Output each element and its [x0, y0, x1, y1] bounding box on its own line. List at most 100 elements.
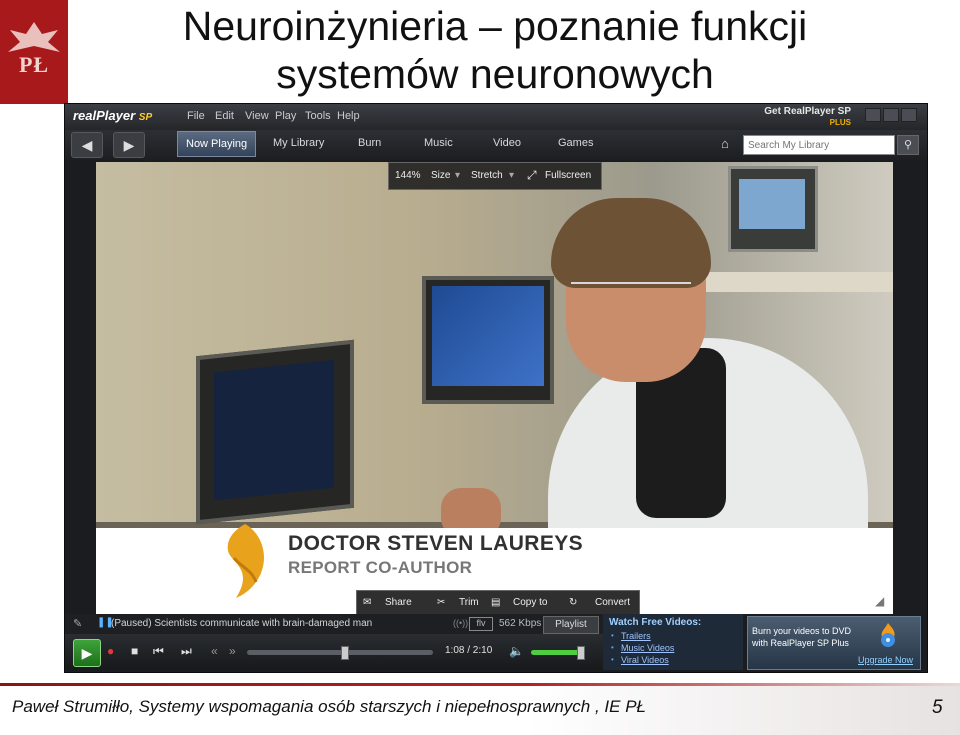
- tab-games[interactable]: Games: [558, 137, 593, 149]
- link-music-videos[interactable]: Music Videos: [621, 643, 674, 653]
- link-trailers[interactable]: Trailers: [621, 631, 651, 641]
- volume-level: [531, 650, 580, 655]
- minimize-button[interactable]: [865, 108, 881, 122]
- chevron-down-icon: ▾: [455, 170, 461, 181]
- next-icon[interactable]: ⏭: [181, 644, 192, 659]
- chevron-down-icon: ▾: [509, 170, 515, 181]
- watch-free-videos-title: Watch Free Videos:: [609, 617, 702, 628]
- burn-dvd-promo[interactable]: Burn your videos to DVD with RealPlayer …: [747, 616, 921, 670]
- edit-icon[interactable]: ✎: [73, 617, 82, 630]
- playback-controls: ▶ ● ■ ⏮ ⏭ « » 1:08 / 2:10 🔈: [65, 634, 603, 670]
- aljazeera-logo-icon: [227, 524, 265, 598]
- menu-file[interactable]: File: [187, 110, 205, 122]
- bitrate: 562 Kbps: [499, 618, 542, 629]
- fullscreen-button[interactable]: Fullscreen: [545, 170, 591, 181]
- volume-icon[interactable]: 🔈: [509, 644, 524, 658]
- stretch-dropdown[interactable]: Stretch: [471, 170, 503, 181]
- brand-suffix: SP: [138, 112, 153, 123]
- logo-text: PŁ: [18, 52, 50, 77]
- size-dropdown[interactable]: Size: [431, 170, 450, 181]
- fast-forward-icon[interactable]: »: [229, 644, 236, 658]
- status-bar: ✎ ❚❚ (Paused) Scientists communicate wit…: [65, 614, 603, 634]
- upgrade-now-link[interactable]: Upgrade Now: [858, 655, 913, 665]
- menu-bar: realPlayer SP File Edit View Play Tools …: [65, 104, 927, 130]
- realplayer-window: realPlayer SP File Edit View Play Tools …: [64, 103, 928, 673]
- close-button[interactable]: [901, 108, 917, 122]
- page-number: 5: [932, 697, 943, 718]
- menu-help[interactable]: Help: [337, 110, 360, 122]
- menu-play[interactable]: Play: [275, 110, 296, 122]
- maximize-button[interactable]: [883, 108, 899, 122]
- menu-tools[interactable]: Tools: [305, 110, 331, 122]
- convert-icon: ↻: [569, 597, 578, 608]
- seek-handle[interactable]: [340, 646, 349, 660]
- play-icon: ▶: [81, 645, 93, 661]
- video-monitor-left-screen: [214, 359, 334, 501]
- lower-third-name: DOCTOR STEVEN LAUREYS: [288, 532, 584, 555]
- format-badge: flv: [469, 617, 493, 631]
- video-monitor-left: [196, 339, 354, 525]
- share-button[interactable]: Share: [385, 597, 412, 608]
- video-size-toolbar: 144% Size ▾ Stretch ▾ ⤢ Fullscreen: [388, 162, 602, 190]
- tab-video[interactable]: Video: [493, 137, 521, 149]
- search-box: [743, 135, 895, 155]
- volume-slider[interactable]: [531, 646, 585, 660]
- video-person-glasses: [571, 282, 691, 304]
- eagle-emblem-icon: [8, 22, 60, 52]
- slide-title-line-2: systemów neuronowych: [276, 51, 714, 97]
- video-frame[interactable]: DOCTOR STEVEN LAUREYS REPORT CO-AUTHOR 1…: [96, 162, 893, 614]
- copy-to-button[interactable]: Copy to: [513, 597, 547, 608]
- footer-text: Paweł Strumiłło, Systemy wspomagania osó…: [12, 697, 647, 716]
- realplayer-logo: realPlayer SP: [73, 108, 152, 123]
- seek-bar[interactable]: [247, 646, 433, 660]
- brand-name: realPlayer: [73, 108, 136, 123]
- search-button[interactable]: ⚲: [897, 135, 919, 155]
- share-toolbar: ✉ Share ✂ Trim ▤ Copy to ↻ Convert: [356, 590, 640, 614]
- time-display: 1:08 / 2:10: [445, 645, 493, 656]
- status-text: (Paused) Scientists communicate with bra…: [111, 618, 373, 629]
- back-button[interactable]: ◀: [71, 132, 103, 158]
- bullet-icon: •: [611, 643, 614, 652]
- bullet-icon: •: [611, 631, 614, 640]
- search-input[interactable]: [748, 138, 888, 152]
- signal-icon: ((•)): [453, 618, 469, 628]
- tab-now-playing[interactable]: Now Playing: [177, 131, 257, 157]
- rewind-icon[interactable]: «: [211, 644, 218, 658]
- copy-icon: ▤: [491, 597, 501, 608]
- previous-icon[interactable]: ⏮: [153, 644, 164, 659]
- get-plus-line-1: Get RealPlayer SP: [764, 106, 851, 117]
- get-plus-line-2: PLUS: [829, 118, 851, 127]
- university-logo: PŁ: [0, 0, 68, 104]
- promo-text: Burn your videos to DVD with RealPlayer …: [752, 626, 852, 648]
- home-icon[interactable]: ⌂: [721, 136, 729, 151]
- menu-view[interactable]: View: [245, 110, 269, 122]
- play-button[interactable]: ▶: [73, 639, 101, 667]
- record-icon[interactable]: ●: [107, 644, 114, 658]
- fullscreen-icon[interactable]: ⤢: [527, 168, 537, 183]
- convert-button[interactable]: Convert: [595, 597, 630, 608]
- slide-title-line-1: Neuroinżynieria – poznanie funkcji: [182, 3, 808, 49]
- arrow-right-icon: ▶: [123, 137, 135, 153]
- tab-my-library[interactable]: My Library: [273, 137, 324, 149]
- tab-burn[interactable]: Burn: [358, 137, 381, 149]
- link-viral-videos[interactable]: Viral Videos: [621, 655, 669, 665]
- bullet-icon: •: [611, 655, 614, 664]
- watch-free-videos-panel: Watch Free Videos: • Trailers • Music Vi…: [603, 614, 743, 670]
- menu-edit[interactable]: Edit: [215, 110, 234, 122]
- tab-music[interactable]: Music: [424, 137, 453, 149]
- video-crt-monitor: [728, 166, 818, 252]
- slide-title: Neuroinżynieria – poznanie funkcji syste…: [100, 2, 890, 98]
- zoom-level: 144%: [395, 170, 421, 181]
- trim-button[interactable]: Trim: [459, 597, 479, 608]
- disc-flame-icon: [881, 623, 895, 647]
- stop-icon[interactable]: ■: [131, 644, 138, 658]
- forward-button[interactable]: ▶: [113, 132, 145, 158]
- arrow-left-icon: ◀: [81, 137, 93, 153]
- get-plus-link[interactable]: Get RealPlayer SP PLUS: [764, 106, 851, 128]
- playlist-button[interactable]: Playlist: [543, 616, 599, 634]
- video-monitor-center: [422, 276, 554, 404]
- volume-handle[interactable]: [576, 646, 585, 660]
- search-icon: ⚲: [903, 139, 913, 151]
- video-monitor-center-screen: [432, 286, 544, 386]
- resize-grip-icon[interactable]: ◢: [875, 594, 884, 608]
